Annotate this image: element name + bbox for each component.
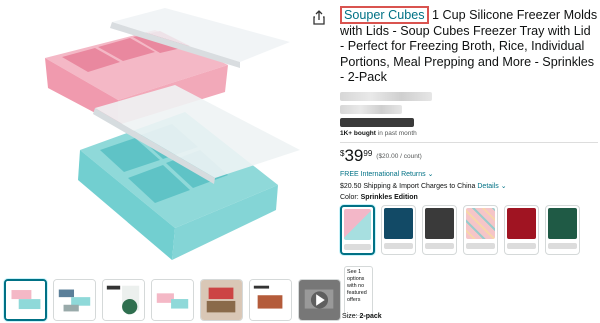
thumbnail-5[interactable] (200, 279, 243, 321)
color-swatch-sprinkles[interactable] (340, 204, 375, 255)
swatch-chip (344, 208, 371, 240)
details-link[interactable]: Details (477, 183, 498, 190)
bought-count: 1K+ bought in past month (340, 129, 417, 137)
color-swatches (340, 204, 598, 255)
swatch-chip (507, 207, 536, 239)
swatch-price-redacted (344, 243, 371, 250)
color-label: Color: Sprinkles Edition (340, 193, 418, 201)
chevron-down-icon: ⌄ (500, 182, 507, 190)
unit-price: ($20.00 / count) (376, 152, 422, 160)
returns-link[interactable]: FREE International Returns ⌄ (340, 170, 598, 178)
thumbnail-4[interactable] (151, 279, 194, 321)
swatch-price-redacted (548, 242, 577, 249)
price: $39 99 ($20.00 / count) (340, 145, 422, 165)
divider (340, 141, 598, 143)
color-swatch-navy[interactable] (381, 204, 416, 255)
swatch-chip (384, 207, 413, 239)
brand-link[interactable]: Souper Cubes (340, 6, 429, 24)
swatch-price-redacted (425, 242, 454, 249)
color-swatch-sprinkles-pink[interactable] (463, 204, 498, 255)
swatch-price-redacted (507, 242, 536, 249)
color-swatch-charcoal[interactable] (422, 204, 457, 255)
size-label: Size: 2-pack (342, 313, 382, 320)
color-swatch-red[interactable] (504, 204, 539, 255)
category-redacted (340, 117, 414, 127)
thumbnail-3[interactable] (102, 279, 145, 321)
product-title: Souper Cubes 1 Cup Silicone Freezer Mold… (340, 6, 598, 86)
shipping-info: $20.50 Shipping & Import Charges to Chin… (340, 182, 507, 190)
thumbnail-6[interactable] (249, 279, 292, 321)
color-swatch-green[interactable] (545, 204, 580, 255)
swatch-price-redacted (384, 242, 413, 249)
thumbnail-1[interactable] (4, 279, 47, 321)
rating-redacted (340, 91, 432, 101)
chevron-down-icon: ⌄ (427, 170, 434, 178)
swatch-chip (466, 207, 495, 239)
main-product-image[interactable] (0, 0, 330, 272)
swatch-chip (548, 207, 577, 239)
see-options-box[interactable]: See 1 options with no featured offers (344, 266, 373, 316)
share-icon[interactable] (312, 10, 326, 26)
thumbnail-strip (4, 279, 341, 321)
product-info: Souper Cubes 1 Cup Silicone Freezer Mold… (340, 6, 598, 320)
swatch-price-redacted (466, 242, 495, 249)
thumbnail-video[interactable] (298, 279, 341, 321)
swatch-chip (425, 207, 454, 239)
badge-redacted (340, 104, 402, 114)
thumbnail-2[interactable] (53, 279, 96, 321)
